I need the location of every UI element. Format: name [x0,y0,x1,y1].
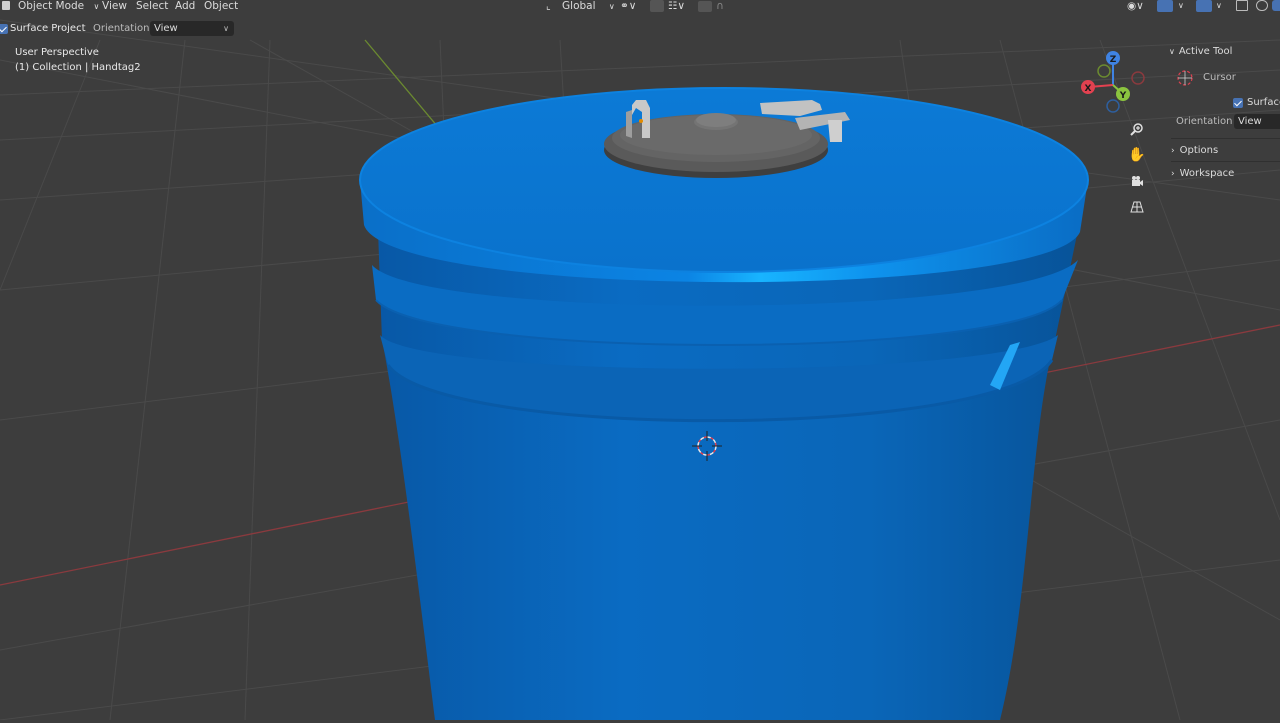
menu-select[interactable]: Select [136,0,168,13]
surface-label: Surface [1247,97,1280,108]
3d-cursor-icon [1176,69,1193,86]
visibility-icon[interactable]: ◉∨ [1127,0,1144,13]
orientation-label: Orientation [1176,116,1233,127]
divider [1171,138,1280,139]
orientation-axes-icon: ⌞ [546,1,551,12]
wireframe-shading-icon[interactable] [1256,0,1268,11]
mode-dropdown[interactable]: Object Mode ∨ [18,0,99,13]
chevron-down-icon[interactable]: ∨ [1216,0,1222,13]
svg-text:Y: Y [1119,91,1127,101]
surface-project-label: Surface Project [10,23,86,34]
grid-perspective-icon[interactable] [1126,196,1148,218]
chevron-down-icon: ∨ [608,2,615,11]
viewport-perspective-label: User Perspective [15,47,99,58]
surface-project-checkbox[interactable] [0,24,8,34]
menu-add[interactable]: Add [175,0,195,13]
chevron-down-icon[interactable]: ∨ [1178,0,1184,13]
zoom-icon[interactable] [1126,118,1148,140]
pivot-icon[interactable]: ⚭∨ [620,0,636,13]
active-tool-header[interactable]: ∨ Active Tool [1169,46,1232,57]
barrel-object [359,87,1089,720]
viewport-header: Object Mode ∨ View Select Add Object ⌞ G… [0,0,1280,13]
viewport-scene: Z X Y [0,19,1280,721]
orientation-label: Orientation: [93,23,153,34]
gizmo-toggle-icon[interactable] [1157,0,1173,12]
navigation-gizmo: Z X Y [1081,51,1145,113]
chevron-right-icon: › [1171,169,1175,179]
xray-icon[interactable] [1236,0,1248,11]
surface-checkbox[interactable] [1233,98,1243,108]
svg-text:Z: Z [1110,55,1117,65]
solid-shading-icon[interactable] [1272,0,1280,11]
orientation-dropdown[interactable]: View ∨ [150,21,234,36]
falloff-icon[interactable]: ∩ [716,0,724,13]
menu-view[interactable]: View [102,0,127,13]
chevron-down-icon: ∨ [93,2,100,11]
sidebar-panel: ∨Active Tool Cursor Surface Orientation … [1163,40,1280,190]
chevron-down-icon: ∨ [223,24,229,33]
proportional-edit-icon[interactable] [698,1,712,12]
options-panel-header[interactable]: › Options [1171,145,1218,156]
hand-pan-icon[interactable]: ✋ [1126,144,1148,166]
viewport-collection-label: (1) Collection | Handtag2 [15,62,141,73]
snap-target-icon[interactable]: ☷∨ [668,0,685,13]
chevron-right-icon: › [1171,146,1175,156]
snap-icon[interactable] [650,0,664,12]
menu-object[interactable]: Object [204,0,238,13]
divider [1171,161,1280,162]
workspace-panel-header[interactable]: › Workspace [1171,168,1234,179]
camera-icon[interactable] [1126,170,1148,192]
svg-text:X: X [1085,84,1092,94]
3d-viewport[interactable]: Z X Y [0,0,1280,721]
chevron-down-icon: ∨ [1169,47,1175,56]
active-tool-name: Cursor [1203,72,1236,83]
sidebar-orientation-dropdown[interactable]: View [1234,114,1280,129]
transform-orientation-dropdown[interactable]: ⌞ Global ∨ [546,0,615,13]
overlay-toggle-icon[interactable] [1196,0,1212,12]
mode-icon [2,1,10,10]
